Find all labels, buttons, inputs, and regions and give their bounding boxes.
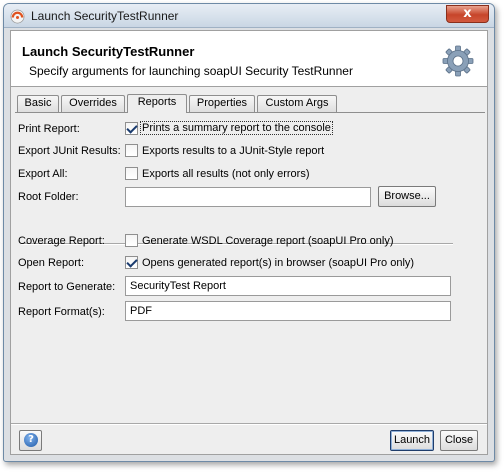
header-description: Specify arguments for launching soapUI S…	[29, 64, 353, 78]
footer-separator	[11, 423, 487, 425]
export-junit-text[interactable]: Exports results to a JUnit-Style report	[142, 145, 324, 157]
tab-basic[interactable]: Basic	[17, 95, 59, 112]
title-bar[interactable]: Launch SecurityTestRunner x	[4, 4, 494, 28]
root-folder-input[interactable]	[125, 187, 371, 207]
launch-dialog-window: Launch SecurityTestRunner x Launch Secur…	[3, 3, 495, 462]
help-icon: ?	[24, 433, 38, 447]
open-report-text[interactable]: Opens generated report(s) in browser (so…	[142, 257, 414, 269]
tab-label: Overrides	[69, 97, 117, 109]
gear-icon	[442, 45, 474, 77]
launch-button-label: Launch	[393, 434, 431, 446]
launch-button[interactable]: Launch	[390, 430, 434, 451]
coverage-report-text[interactable]: Generate WSDL Coverage report (soapUI Pr…	[142, 235, 393, 247]
tab-custom-args[interactable]: Custom Args	[257, 95, 337, 112]
dialog-content: Launch SecurityTestRunner Specify argume…	[10, 30, 488, 455]
close-icon: x	[463, 6, 472, 21]
tab-bar: Basic Overrides Reports Properties Custo…	[15, 94, 485, 113]
tab-overrides[interactable]: Overrides	[61, 95, 125, 112]
export-junit-checkbox[interactable]	[125, 144, 138, 157]
tab-reports[interactable]: Reports	[127, 94, 187, 113]
export-junit-label: Export JUnit Results:	[18, 145, 121, 157]
close-button-label: Close	[444, 434, 474, 446]
print-report-checkbox[interactable]	[125, 122, 138, 135]
report-to-generate-label: Report to Generate:	[18, 281, 116, 293]
open-report-label: Open Report:	[18, 257, 85, 269]
report-format-label: Report Format(s):	[18, 306, 105, 318]
root-folder-label: Root Folder:	[18, 191, 79, 203]
close-button[interactable]: Close	[440, 430, 478, 451]
tab-label: Properties	[196, 97, 248, 109]
export-all-label: Export All:	[18, 168, 68, 180]
export-all-checkbox[interactable]	[125, 167, 138, 180]
tab-label: Reports	[137, 96, 177, 108]
print-report-text[interactable]: Prints a summary report to the console	[140, 121, 333, 135]
dialog-header: Launch SecurityTestRunner Specify argume…	[11, 31, 487, 87]
print-report-label: Print Report:	[18, 123, 80, 135]
coverage-report-checkbox[interactable]	[125, 234, 138, 247]
export-all-text[interactable]: Exports all results (not only errors)	[142, 168, 310, 180]
header-title: Launch SecurityTestRunner	[22, 44, 195, 59]
help-button[interactable]: ?	[19, 430, 42, 451]
soapui-app-icon	[10, 9, 25, 24]
browse-button[interactable]: Browse...	[378, 186, 436, 207]
tab-label: Basic	[24, 97, 52, 109]
coverage-report-label: Coverage Report:	[18, 235, 105, 247]
open-report-checkbox[interactable]	[125, 256, 138, 269]
window-title: Launch SecurityTestRunner	[31, 9, 179, 23]
tab-properties[interactable]: Properties	[189, 95, 255, 112]
tab-label: Custom Args	[265, 97, 329, 109]
browse-button-label: Browse...	[384, 190, 430, 202]
report-to-generate-input[interactable]	[125, 276, 451, 296]
window-close-button[interactable]: x	[446, 5, 489, 23]
tab-panel-border	[15, 112, 485, 113]
report-format-input[interactable]	[125, 301, 451, 321]
